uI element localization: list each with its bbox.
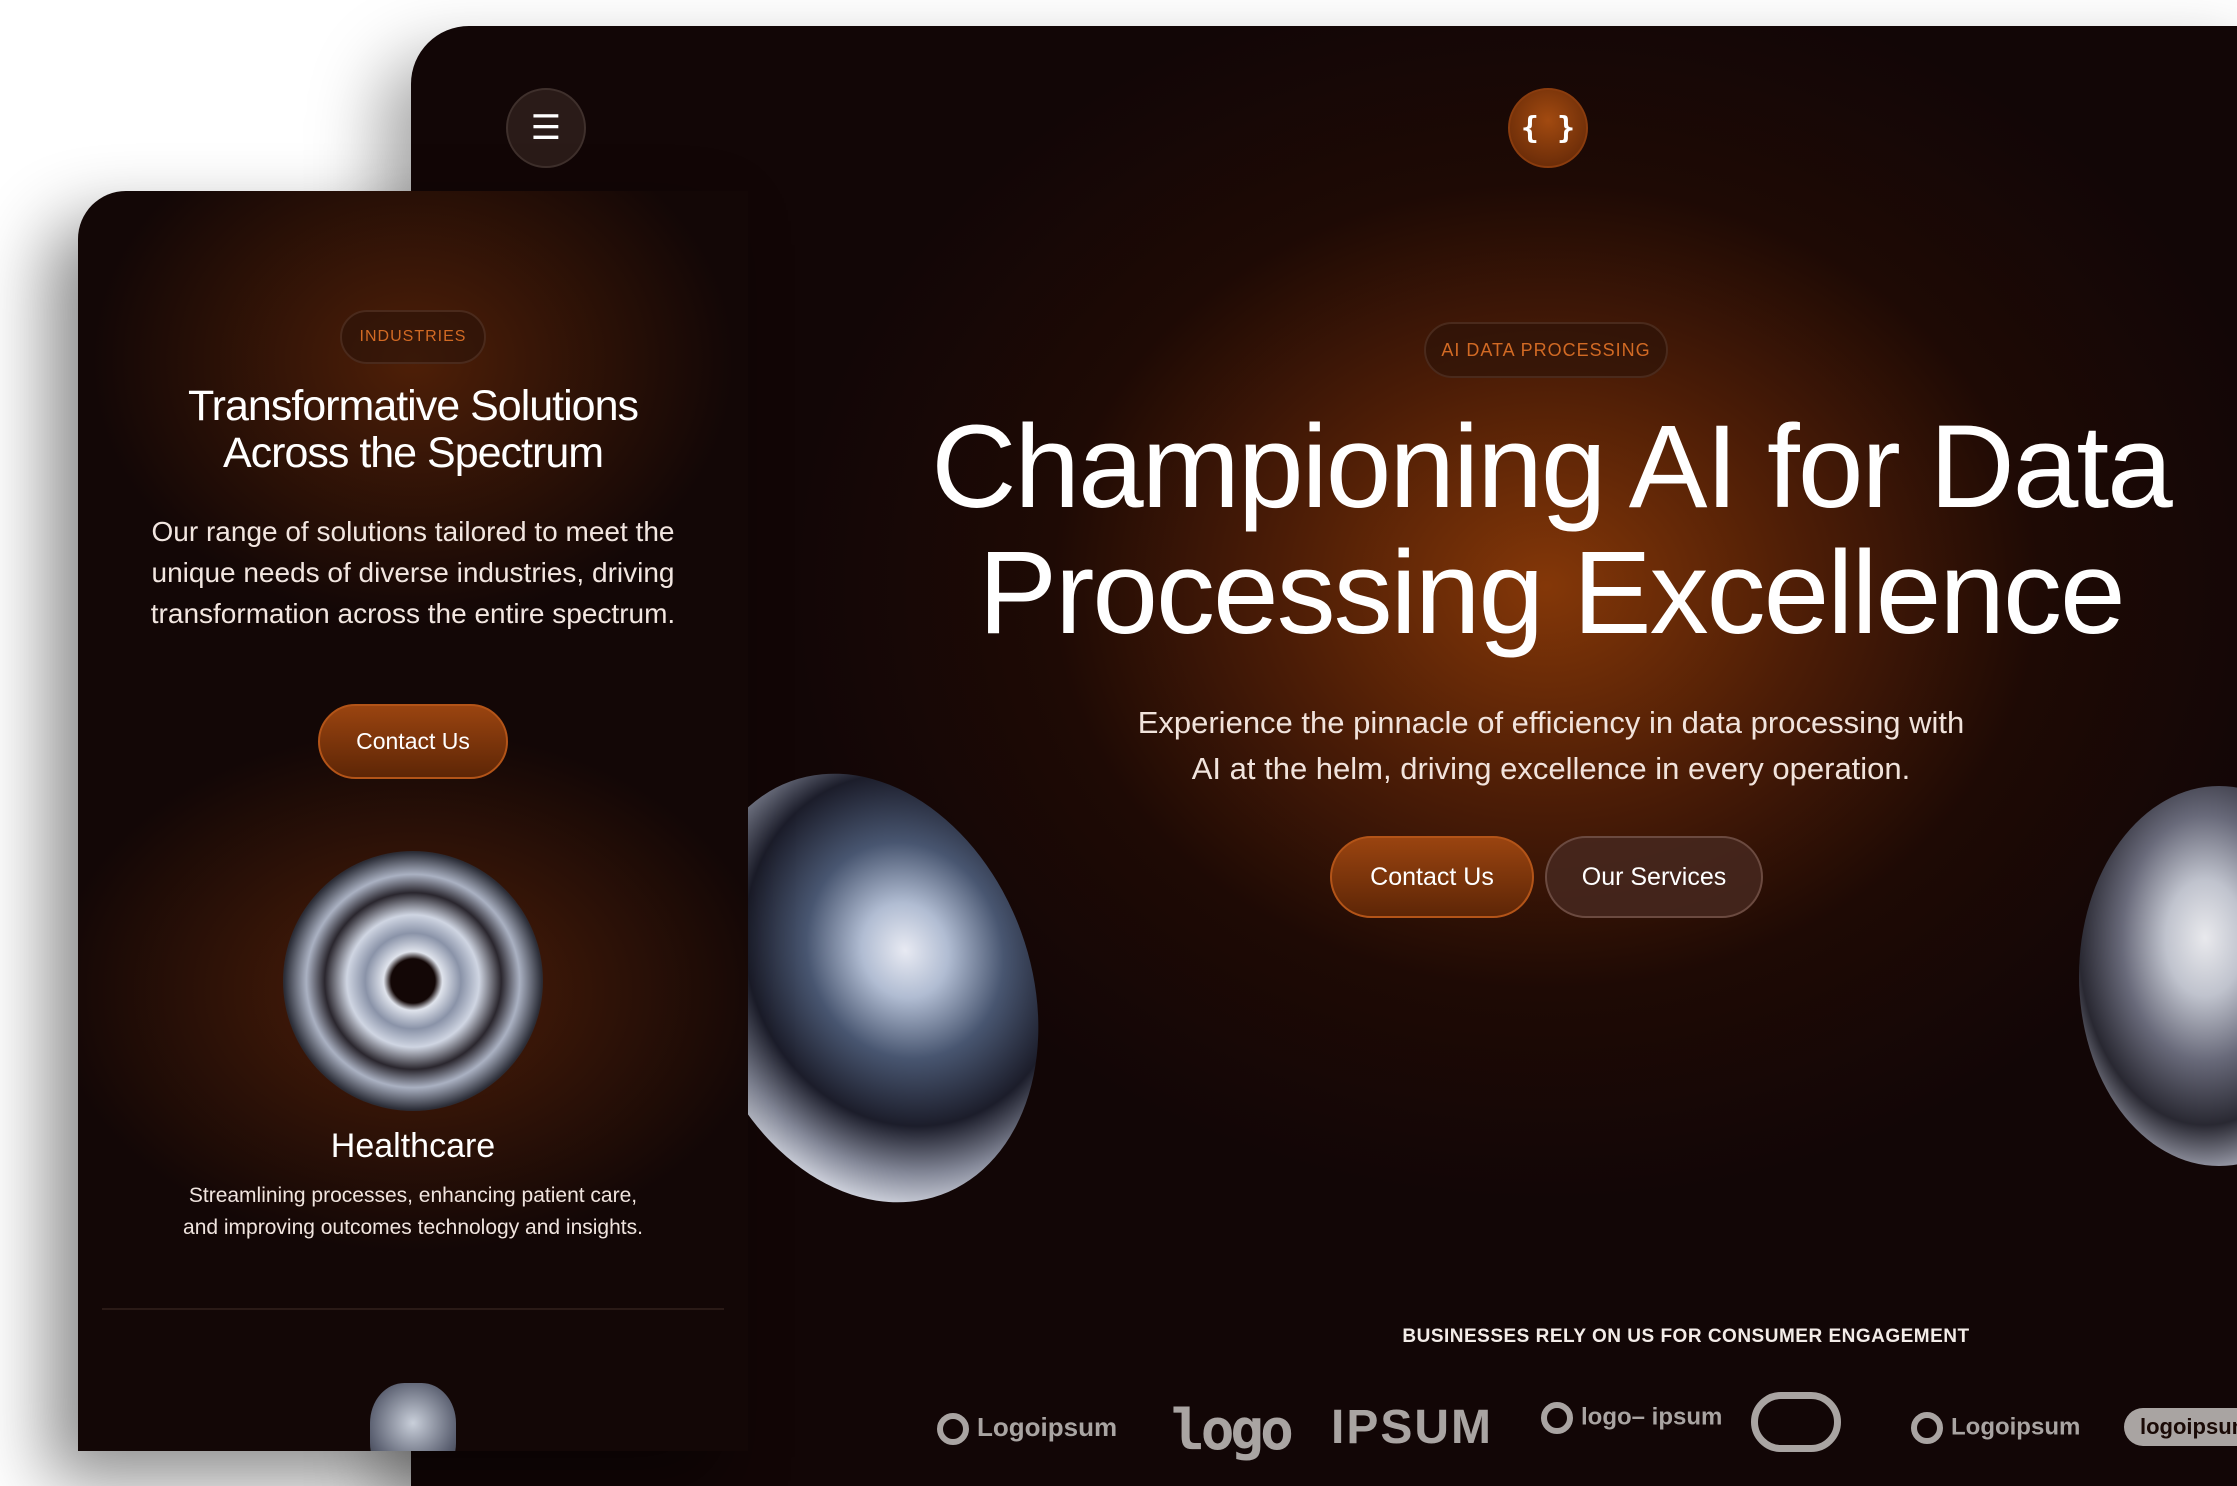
hero-title-line: Processing Excellence [978, 527, 2125, 659]
brand-logo-icon[interactable]: { } [1508, 88, 1588, 168]
hero-subtitle-line: Experience the pinnacle of efficiency in… [1137, 705, 1965, 740]
industry-card-description-line: Streamlining processes, enhancing patien… [188, 1184, 638, 1207]
glass-sphere-image [2079, 786, 2237, 1166]
mobile-mockup: INDUSTRIES Transformative Solutions Acro… [78, 191, 748, 1451]
clients-heading: BUSINESSES RELY ON US FOR CONSUMER ENGAG… [1402, 1326, 1970, 1347]
section-tag: INDUSTRIES [340, 310, 486, 364]
client-logo-mark-icon [1751, 1392, 1841, 1452]
industry-card-description: Streamlining processes, enhancing patien… [118, 1180, 708, 1244]
industries-title-line: Across the Spectrum [222, 429, 604, 477]
hero-subtitle: Experience the pinnacle of efficiency in… [1001, 700, 2101, 792]
glass-object-image [370, 1383, 456, 1451]
our-services-button[interactable]: Our Services [1545, 836, 1763, 918]
contact-us-button[interactable]: Contact Us [1330, 836, 1534, 918]
globe-icon [1541, 1402, 1573, 1434]
industries-title-line: Transformative Solutions [188, 382, 639, 430]
industry-card-title: Healthcare [330, 1127, 496, 1165]
logo-mark-icon [937, 1413, 969, 1446]
hero-subtitle-line: AI at the helm, driving excellence in ev… [1191, 751, 1911, 786]
industries-title: Transformative Solutions Across the Spec… [98, 383, 728, 477]
divider [102, 1308, 724, 1310]
bolt-icon [1911, 1412, 1943, 1444]
industry-card-description-line: and improving outcomes technology and in… [183, 1216, 643, 1239]
industries-description: Our range of solutions tailored to meet … [150, 516, 676, 629]
hero-title: Championing AI for Data Processing Excel… [811, 404, 2237, 656]
client-logo-text: logo– ipsum [1581, 1403, 1723, 1431]
client-logo: logoipsum [2124, 1408, 2237, 1446]
menu-icon[interactable]: ☰ [506, 88, 586, 168]
hero-title-line: Championing AI for Data [931, 401, 2173, 533]
client-logo: IPSUM [1331, 1401, 1494, 1454]
client-logo: Logoipsum [937, 1412, 1118, 1446]
client-logo: Logoipsum [1911, 1412, 2080, 1444]
client-logo-text: Logoipsum [977, 1412, 1118, 1442]
glass-flower-image [283, 851, 543, 1111]
contact-us-button[interactable]: Contact Us [318, 704, 508, 779]
client-logo: logo– ipsum [1541, 1402, 1722, 1434]
section-tag: AI DATA PROCESSING [1424, 322, 1668, 378]
client-logo: logo [1171, 1398, 1294, 1463]
